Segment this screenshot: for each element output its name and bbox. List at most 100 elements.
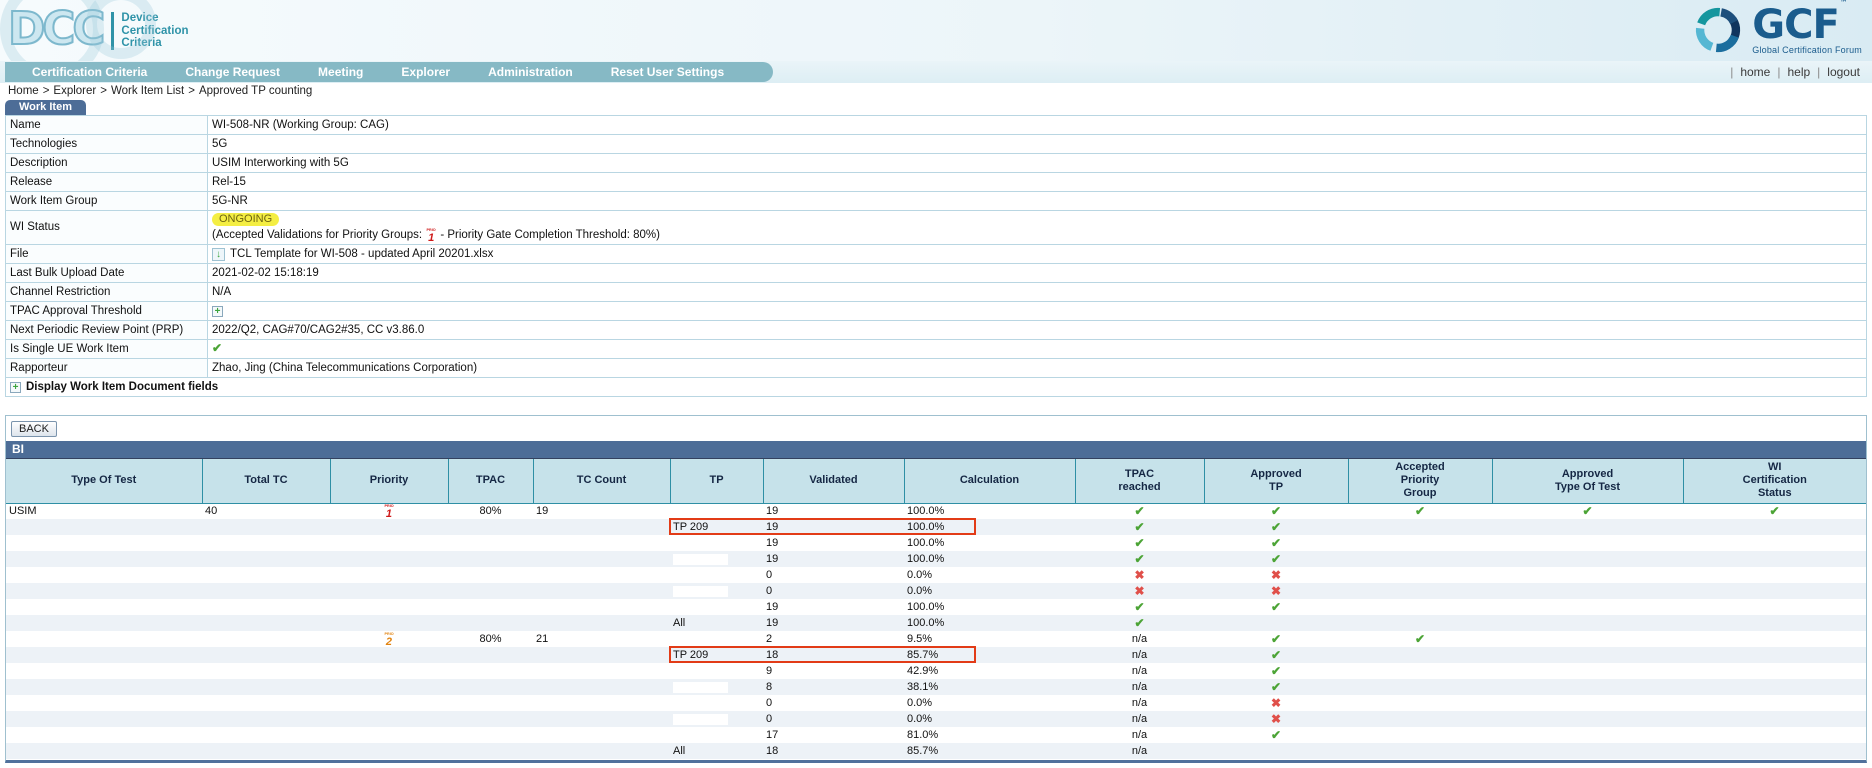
user-link-home[interactable]: home [1740, 65, 1770, 79]
cell-wi-certification-status [1683, 615, 1866, 631]
field-value: Rel-15 [208, 173, 1867, 192]
check-icon: ✔ [1134, 520, 1144, 534]
cell-priority: PRIO2 [330, 631, 448, 647]
cell-tpac-reached: n/a [1075, 743, 1204, 759]
field-label: TPAC Approval Threshold [6, 302, 208, 321]
cell-approved-type-of-test [1492, 647, 1683, 663]
nav-item-reset-user-settings[interactable]: Reset User Settings [592, 65, 743, 79]
priority-icon-label: PRIO [384, 504, 393, 508]
cell-tp: TP 209 [670, 647, 763, 663]
cell-type-of-test [6, 647, 202, 663]
nav-item-certification-criteria[interactable]: Certification Criteria [13, 65, 166, 79]
back-button[interactable]: BACK [11, 421, 57, 437]
nav-item-change-request[interactable]: Change Request [166, 65, 299, 79]
cell-tpac [448, 711, 533, 727]
nav-item-explorer[interactable]: Explorer [382, 65, 469, 79]
cell-tp [670, 631, 763, 647]
expand-icon[interactable]: + [10, 382, 21, 393]
cell-validated: 0 [763, 695, 904, 711]
cell-calculation: 0.0% [904, 567, 1075, 583]
work-item-footer-row: + Display Work Item Document fields [6, 378, 1867, 397]
check-icon: ✔ [1271, 632, 1281, 646]
column-header-wi-certification-status: WI Certification Status [1683, 459, 1866, 503]
cell-tpac [448, 647, 533, 663]
cell-validated: 0 [763, 711, 904, 727]
cell-approved-type-of-test [1492, 551, 1683, 567]
redaction-block [673, 666, 728, 677]
cell-type-of-test [6, 519, 202, 535]
check-icon: ✔ [1415, 632, 1425, 646]
cell-tpac-reached: n/a [1075, 711, 1204, 727]
priority-icon-label: PRIO [427, 229, 436, 233]
cell-tp [670, 583, 763, 599]
table-row: TP 209 18 85.7% n/a ✔ [6, 647, 1866, 663]
work-item-tab: Work Item [5, 100, 86, 115]
breadcrumb-item[interactable]: Explorer [53, 85, 96, 97]
cell-approved-type-of-test [1492, 695, 1683, 711]
breadcrumb-item[interactable]: Home [8, 85, 39, 97]
check-icon: ✔ [1271, 520, 1281, 534]
work-item-field-row: WI Status ONGOING(Accepted Validations f… [6, 211, 1867, 245]
cell-type-of-test [6, 567, 202, 583]
expand-icon[interactable]: + [212, 306, 223, 317]
gcf-logo-text: GCF™ [1752, 5, 1846, 45]
field-value: 5G [208, 135, 1867, 154]
cell-calculation: 100.0% [904, 551, 1075, 567]
work-item-field-row: Channel Restriction N/A [6, 283, 1867, 302]
cell-type-of-test: USIM [6, 503, 202, 519]
dcc-logo-text: DCC [8, 3, 102, 55]
column-header-accepted-priority-group: Accepted Priority Group [1348, 459, 1492, 503]
cell-type-of-test [6, 583, 202, 599]
cell-tpac-reached: ✔ [1075, 551, 1204, 567]
user-link-help[interactable]: help [1787, 65, 1810, 79]
cell-tpac [448, 615, 533, 631]
cell-tpac-reached: ✔ [1075, 599, 1204, 615]
cell-approved-type-of-test [1492, 711, 1683, 727]
field-value: WI-508-NR (Working Group: CAG) [208, 116, 1867, 135]
cell-tpac-reached: ✖ [1075, 567, 1204, 583]
table-row: 0 0.0% ✖ ✖ [6, 567, 1866, 583]
check-icon: ✔ [1134, 552, 1144, 566]
cell-calculation: 100.0% [904, 519, 1075, 535]
breadcrumb-item[interactable]: Work Item List [111, 85, 184, 97]
table-row: All 19 100.0% ✔ [6, 615, 1866, 631]
cell-accepted-priority-group [1348, 615, 1492, 631]
work-item-field-row: TPAC Approval Threshold + [6, 302, 1867, 321]
field-label: Is Single UE Work Item [6, 340, 208, 359]
cell-calculation: 85.7% [904, 743, 1075, 759]
bi-table: Type Of TestTotal TCPriorityTPACTC Count… [6, 459, 1866, 759]
cell-approved-type-of-test [1492, 727, 1683, 743]
column-header-calculation: Calculation [904, 459, 1075, 503]
redaction-block [673, 586, 728, 597]
cell-priority: PRIO1 [330, 503, 448, 519]
cell-validated: 17 [763, 727, 904, 743]
download-icon[interactable]: ↓ [212, 248, 225, 261]
cell-approved-tp: ✔ [1204, 727, 1348, 743]
cross-icon: ✖ [1271, 696, 1281, 710]
nav-item-meeting[interactable]: Meeting [299, 65, 382, 79]
table-row: 0 0.0% n/a ✖ [6, 711, 1866, 727]
user-link-logout[interactable]: logout [1827, 65, 1860, 79]
breadcrumb-separator: > [184, 85, 199, 97]
display-document-fields-link[interactable]: Display Work Item Document fields [26, 381, 218, 393]
cell-priority [330, 711, 448, 727]
column-header-type-of-test: Type Of Test [6, 459, 202, 503]
cell-priority [330, 535, 448, 551]
cross-icon: ✖ [1271, 568, 1281, 582]
cell-accepted-priority-group [1348, 535, 1492, 551]
table-row: 19 100.0% ✔ ✔ [6, 599, 1866, 615]
check-icon: ✔ [1134, 616, 1144, 630]
cell-tc-count [533, 583, 670, 599]
cell-type-of-test [6, 599, 202, 615]
check-icon: ✔ [1271, 552, 1281, 566]
field-label: Work Item Group [6, 192, 208, 211]
field-value: ✔ [208, 340, 1867, 359]
field-label: Release [6, 173, 208, 192]
work-item-field-row: Last Bulk Upload Date 2021-02-02 15:18:1… [6, 264, 1867, 283]
nav-item-administration[interactable]: Administration [469, 65, 592, 79]
status-note: (Accepted Validations for Priority Group… [212, 228, 1862, 243]
cell-accepted-priority-group: ✔ [1348, 503, 1492, 519]
cell-calculation: 85.7% [904, 647, 1075, 663]
file-link[interactable]: TCL Template for WI-508 - updated April … [230, 247, 493, 262]
table-row: 0 0.0% ✖ ✖ [6, 583, 1866, 599]
